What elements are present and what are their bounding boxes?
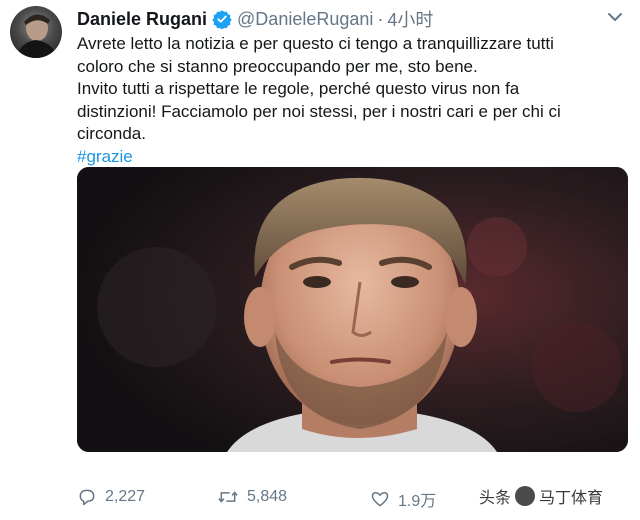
tweet-text-line: Invito tutti a rispettare le regole, per… bbox=[77, 79, 520, 98]
tweet-text-line: circonda. bbox=[77, 124, 146, 143]
avatar[interactable] bbox=[10, 6, 62, 58]
display-name[interactable]: Daniele Rugani bbox=[77, 9, 207, 30]
retweet-icon bbox=[218, 491, 238, 503]
tweet-card: Daniele Rugani @DanieleRugani · 4小时 Avre… bbox=[0, 0, 640, 520]
hashtag-link[interactable]: #grazie bbox=[77, 146, 625, 169]
like-button[interactable]: 1.9万 bbox=[370, 487, 436, 511]
watermark-logo-icon bbox=[515, 486, 536, 506]
reply-count: 2,227 bbox=[105, 488, 146, 505]
retweet-count: 5,848 bbox=[247, 488, 288, 505]
heart-icon bbox=[371, 492, 389, 507]
reply-icon bbox=[79, 489, 95, 506]
watermark-prefix: 头条 bbox=[479, 490, 512, 507]
chevron-down-icon[interactable] bbox=[606, 10, 624, 24]
tweet-text-line: coloro che si stanno preoccupando per me… bbox=[77, 56, 478, 76]
verified-badge-icon bbox=[212, 9, 232, 29]
watermark: 头条 马丁体育 bbox=[479, 484, 603, 508]
reply-button[interactable]: 2,227 bbox=[77, 487, 145, 507]
like-count: 1.9万 bbox=[398, 493, 437, 510]
tweet-text-line: Avrete letto la notizia e per questo ci … bbox=[77, 34, 554, 53]
tweet-text-line: distinzioni! Facciamolo per noi stessi, … bbox=[77, 101, 561, 121]
tweet-photo[interactable] bbox=[77, 167, 628, 452]
tweet-timestamp[interactable]: 4小时 bbox=[387, 6, 433, 32]
retweet-button[interactable]: 5,848 bbox=[217, 487, 287, 507]
separator-dot: · bbox=[377, 8, 384, 29]
watermark-suffix: 马丁体育 bbox=[539, 490, 604, 507]
user-handle[interactable]: @DanieleRugani bbox=[237, 9, 373, 30]
tweet-header: Daniele Rugani @DanieleRugani · 4小时 bbox=[77, 6, 433, 32]
tweet-text: Avrete letto la notizia e per questo ci … bbox=[77, 33, 625, 168]
player-portrait-image bbox=[77, 167, 628, 452]
